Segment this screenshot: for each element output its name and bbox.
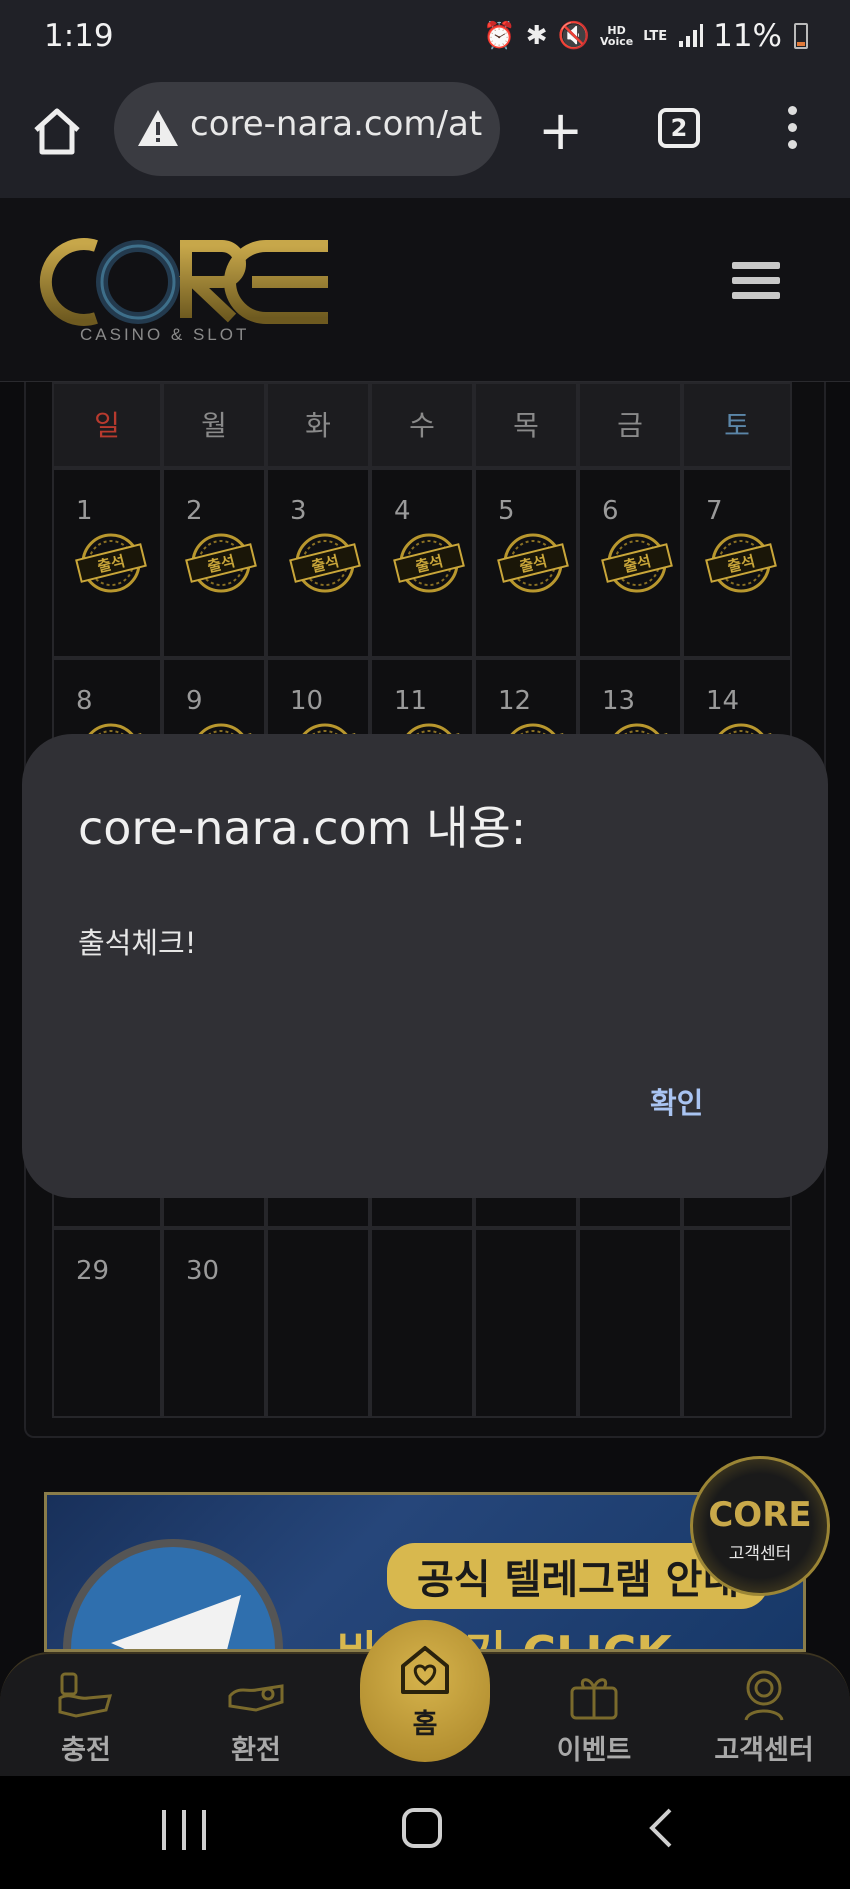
phone-screen: 1:19 ⏰ ✱ 🔇 HD Voice LTE 11% core-nara.co… (0, 0, 850, 1889)
dialog-scrim[interactable]: core-nara.com 내용: 출석체크! 확인 (0, 0, 850, 1889)
confirm-button[interactable]: 확인 (650, 1080, 703, 1122)
dialog-message: 출석체크! (78, 926, 197, 960)
dialog-title: core-nara.com 내용: (78, 801, 527, 855)
alert-dialog: core-nara.com 내용: 출석체크! 확인 (22, 734, 828, 1198)
